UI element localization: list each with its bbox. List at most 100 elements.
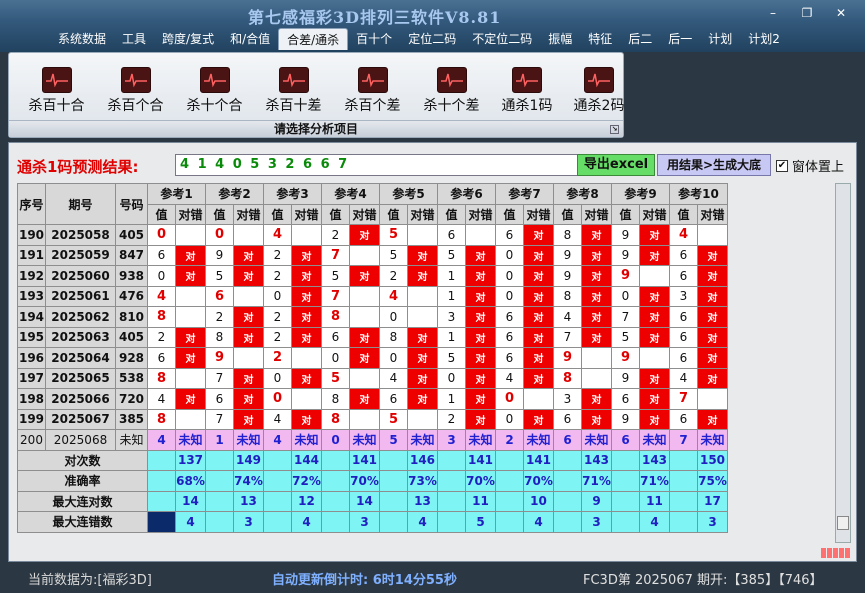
menu-item[interactable]: 合差/通杀 xyxy=(278,28,349,50)
ribbon-expand-icon[interactable]: ↘ xyxy=(610,125,619,134)
ribbon-button[interactable]: 杀百十差 xyxy=(254,67,333,115)
menu-item[interactable]: 跨度/复式 xyxy=(154,28,222,50)
ref-header[interactable]: 参考10 xyxy=(669,183,728,205)
close-button[interactable]: ✕ xyxy=(830,6,852,20)
hit-cell: 对 xyxy=(523,265,554,287)
miss-cell xyxy=(407,408,438,430)
menu-item[interactable]: 特征 xyxy=(580,28,620,50)
hit-cell: 对 xyxy=(523,306,554,328)
generate-base-button[interactable]: 用结果>生成大底 xyxy=(657,154,771,176)
table-row[interactable]: 191 2025059 847 6 对 9 对 2 对 7 5 对 5 对 0 对 9 对 9 对 6 对 xyxy=(17,244,728,266)
hit-cell: 对 xyxy=(291,326,322,348)
ribbon-button[interactable]: 杀十个差 xyxy=(412,67,491,115)
stat-row: 对次数 137 149 144 141 146 141 141 143 143 150 xyxy=(17,449,728,471)
analysis-grid: 序号 期号 号码 参考1 参考2 参考3 参考4 参考5 参考6 参考7 参考8 参考9 参考10 值对错… xyxy=(17,183,728,533)
value-cell: 0 xyxy=(437,367,466,389)
hit-cell: 对 xyxy=(639,224,670,246)
seq-cell: 197 xyxy=(17,367,46,389)
restore-button[interactable]: ❐ xyxy=(796,6,818,20)
menu-item[interactable]: 不定位二码 xyxy=(464,28,540,50)
prediction-value: 6 xyxy=(553,429,582,451)
ref-header[interactable]: 参考5 xyxy=(379,183,438,205)
ref-header[interactable]: 参考8 xyxy=(553,183,612,205)
stat-value: 3 xyxy=(349,511,380,533)
table-row[interactable]: 195 2025063 405 2 对 8 对 2 对 6 对 8 对 1 对 6 对 7 对 5 对 6 对 xyxy=(17,326,728,348)
value-subheader: 值 xyxy=(495,203,524,225)
ref-header[interactable]: 参考2 xyxy=(205,183,264,205)
ribbon-button[interactable]: 杀十个合 xyxy=(175,67,254,115)
table-row[interactable]: 190 2025058 405 0 0 4 2 对 5 6 6 对 8 对 9 对 4 xyxy=(17,224,728,246)
menu-item[interactable]: 和/合值 xyxy=(222,28,278,50)
table-row[interactable]: 192 2025060 938 0 对 5 对 2 对 5 对 2 对 1 对 0 对 9 对 9 6 对 xyxy=(17,265,728,287)
hit-cell: 对 xyxy=(639,367,670,389)
ref-header[interactable]: 参考3 xyxy=(263,183,322,205)
stat-value: 4 xyxy=(175,511,206,533)
stat-spacer xyxy=(205,449,234,471)
table-row[interactable]: 199 2025067 385 8 7 对 4 对 8 5 2 对 0 对 6 对 9 对 6 对 xyxy=(17,408,728,430)
topmost-option[interactable]: ✔ 窗体置上 xyxy=(776,156,844,175)
ribbon-button[interactable]: 杀百十合 xyxy=(17,67,96,115)
ref-header[interactable]: 参考1 xyxy=(147,183,206,205)
menu-item[interactable]: 计划2 xyxy=(740,28,788,50)
menu-item[interactable]: 工具 xyxy=(114,28,154,50)
prediction-row[interactable]: 200 2025068 未知 4 未知 1 未知 4 未知 0 未知 5 未知 3 未知 2 未知 6 未知 6 未知 7… xyxy=(17,429,728,451)
table-row[interactable]: 196 2025064 928 6 对 9 2 0 对 0 对 5 对 6 对 9 9 6 对 xyxy=(17,347,728,369)
miss-cell xyxy=(697,388,728,410)
status-bar: 当前数据为:[福彩3D] 自动更新倒计时: 6时14分55秒 FC3D第 202… xyxy=(0,563,865,593)
ribbon-button-label: 杀百个合 xyxy=(107,98,164,114)
table-row[interactable]: 198 2025066 720 4 对 6 对 0 8 对 6 对 1 对 0 3 对 6 对 7 xyxy=(17,388,728,410)
menu-item[interactable]: 后一 xyxy=(660,28,700,50)
menu-item[interactable]: 百十个 xyxy=(348,28,400,50)
stat-value: 141 xyxy=(465,449,496,471)
value-cell: 0 xyxy=(495,285,524,307)
hit-cell: 对 xyxy=(581,306,612,328)
export-excel-button[interactable]: 导出excel xyxy=(577,154,655,176)
hit-cell: 对 xyxy=(523,244,554,266)
value-cell: 3 xyxy=(669,285,698,307)
miss-cell xyxy=(639,347,670,369)
hit-cell: 对 xyxy=(175,244,206,266)
topmost-checkbox[interactable]: ✔ xyxy=(776,159,788,172)
hit-cell: 对 xyxy=(349,347,380,369)
ribbon-button[interactable]: 杀百个合 xyxy=(96,67,175,115)
scrollbar-thumb[interactable] xyxy=(837,516,849,530)
menu-item[interactable]: 计划 xyxy=(700,28,740,50)
hit-cell: 对 xyxy=(465,306,496,328)
menu-item[interactable]: 后二 xyxy=(620,28,660,50)
hit-cell: 对 xyxy=(407,244,438,266)
ribbon-button[interactable]: 杀百个差 xyxy=(333,67,412,115)
chart-icon xyxy=(512,67,542,93)
value-cell: 0 xyxy=(147,224,176,246)
table-row[interactable]: 197 2025065 538 8 7 对 0 对 5 4 对 0 对 4 对 8 9 对 4 对 xyxy=(17,367,728,389)
seq-cell: 193 xyxy=(17,285,46,307)
value-cell: 0 xyxy=(205,224,234,246)
table-row[interactable]: 194 2025062 810 8 2 对 2 对 8 0 3 对 6 对 4 对 7 对 6 对 xyxy=(17,306,728,328)
hit-cell: 对 xyxy=(639,408,670,430)
table-row[interactable]: 193 2025061 476 4 6 0 对 7 4 1 对 0 对 8 对 0 对 3 对 xyxy=(17,285,728,307)
vertical-scrollbar[interactable] xyxy=(835,183,851,543)
ref-header[interactable]: 参考9 xyxy=(611,183,670,205)
value-cell: 4 xyxy=(263,408,292,430)
menu-item[interactable]: 系统数据 xyxy=(50,28,114,50)
ref-header[interactable]: 参考6 xyxy=(437,183,496,205)
minimize-button[interactable]: – xyxy=(762,6,784,20)
ref-header[interactable]: 参考7 xyxy=(495,183,554,205)
result-field[interactable]: 4 1 4 0 5 3 2 6 6 7 xyxy=(175,154,583,176)
ribbon-button[interactable]: 通杀2码 xyxy=(563,67,635,115)
issue-cell: 2025062 xyxy=(45,306,116,328)
ref-header[interactable]: 参考4 xyxy=(321,183,380,205)
stat-value: 4 xyxy=(407,511,438,533)
ribbon-button-label: 杀百个差 xyxy=(344,98,401,114)
hit-cell: 对 xyxy=(233,265,264,287)
menu-item[interactable]: 定位二码 xyxy=(400,28,464,50)
menu-item[interactable]: 振幅 xyxy=(540,28,580,50)
value-cell: 5 xyxy=(611,326,640,348)
value-cell: 8 xyxy=(321,388,350,410)
value-cell: 6 xyxy=(611,388,640,410)
ribbon-button[interactable]: 通杀1码 xyxy=(491,67,563,115)
value-cell: 6 xyxy=(147,244,176,266)
stat-value: 3 xyxy=(697,511,728,533)
hit-cell: 对 xyxy=(407,326,438,348)
stat-value: 71% xyxy=(581,470,612,492)
result-subheader: 对错 xyxy=(349,203,380,225)
